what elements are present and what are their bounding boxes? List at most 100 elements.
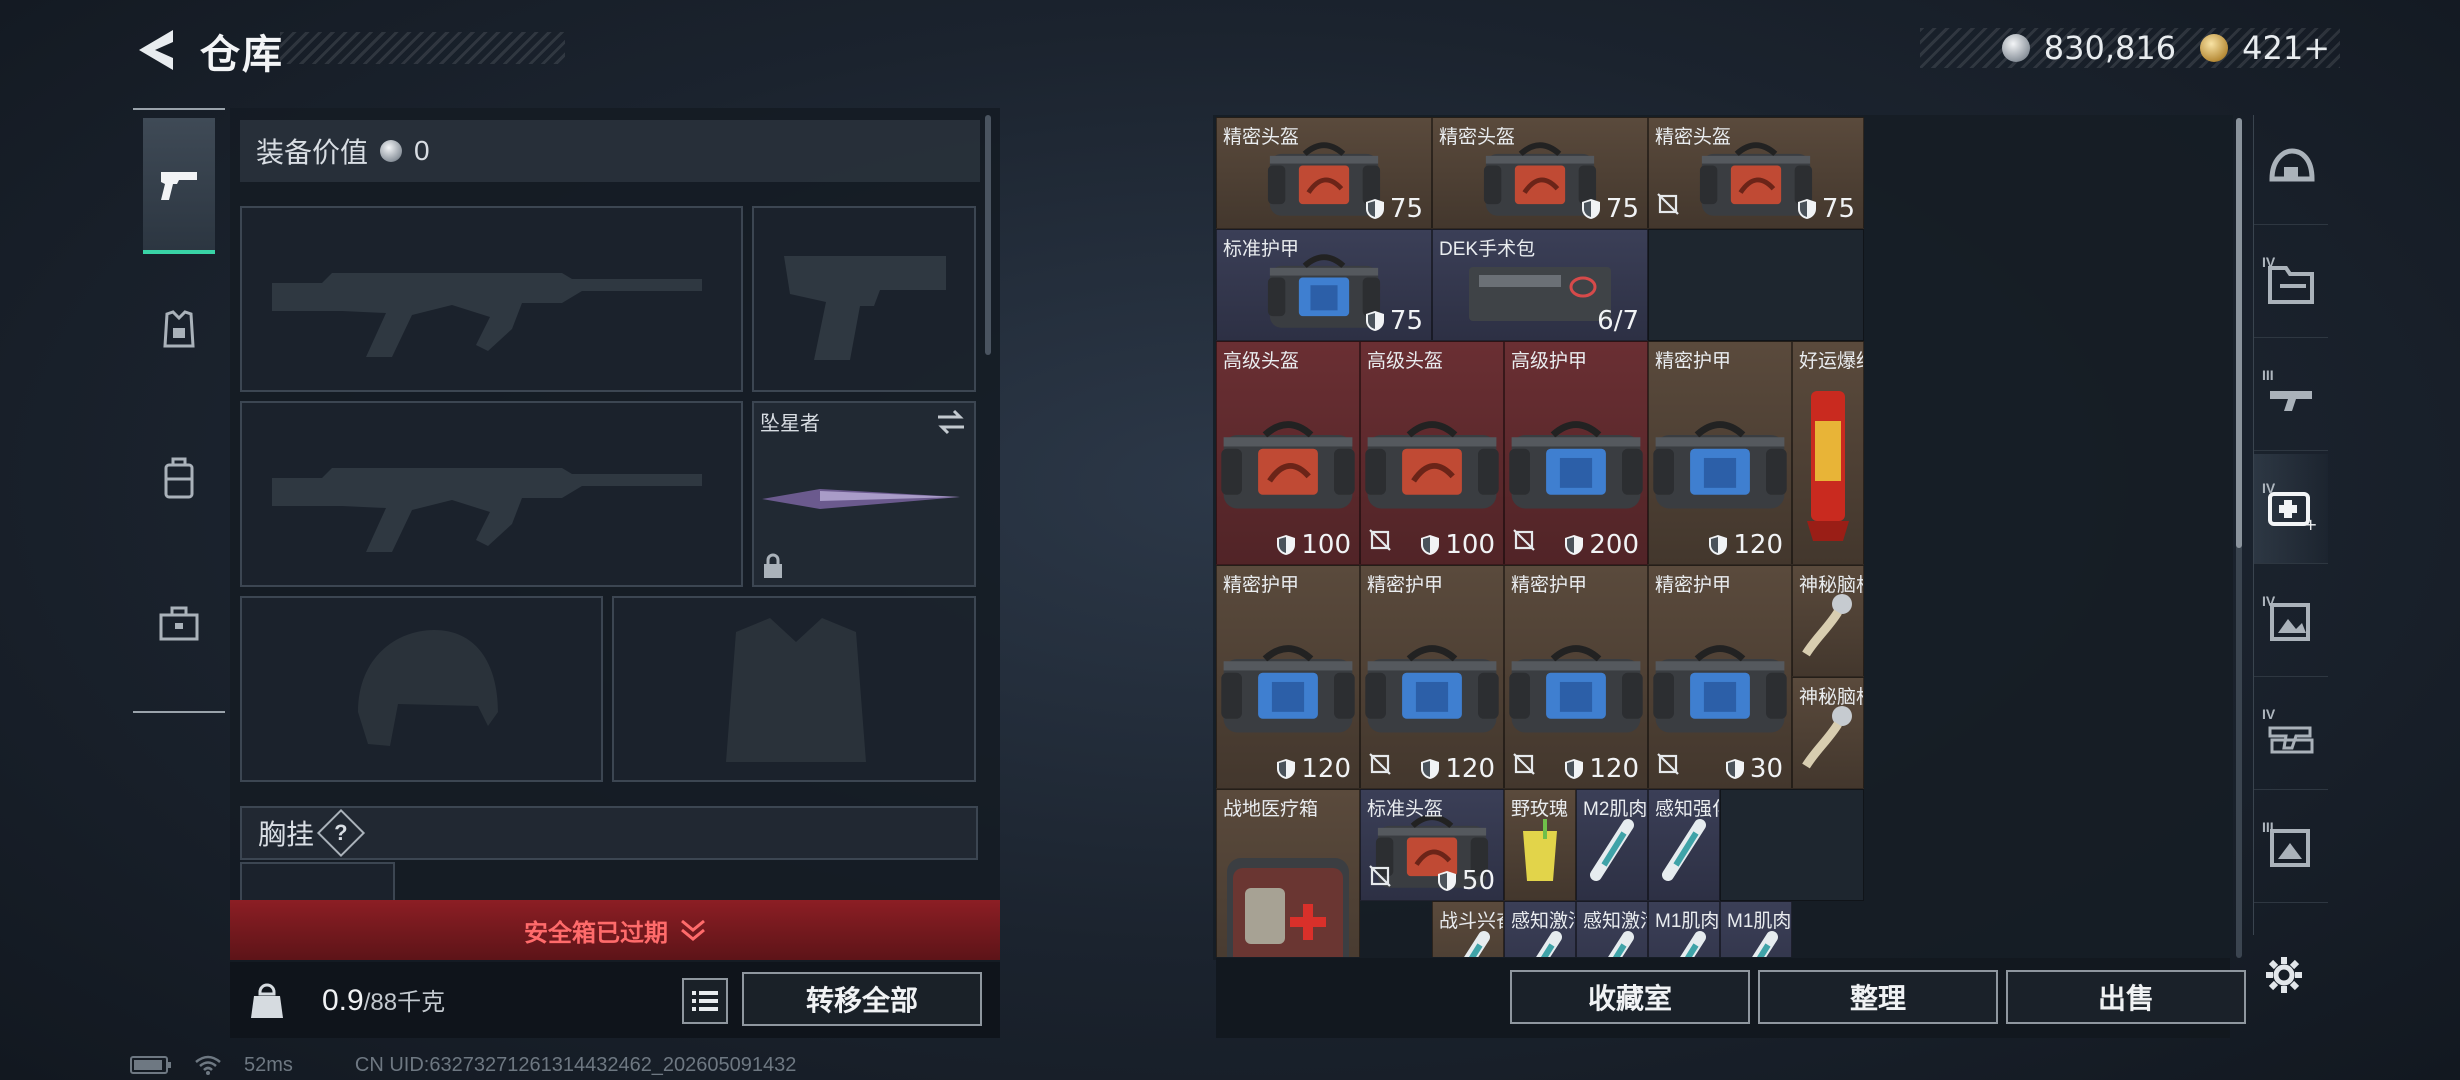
equipment-case-icon [1221,645,1355,733]
storage-tab-7[interactable]: III [2254,793,2328,903]
equipment-case-icon [1653,421,1787,509]
storage-item[interactable]: 高级护甲 200 [1504,341,1648,565]
medical-box-icon [1227,858,1349,957]
storage-scrollbar[interactable] [2236,118,2242,958]
ping-value: 52ms [244,1053,293,1076]
melee-name: 坠星者 [760,413,820,435]
storage-tab-3[interactable]: III [2254,341,2328,451]
storage-item[interactable]: 精密护甲 30 [1648,565,1792,789]
storage-item[interactable]: 感知激活针 [1504,901,1576,957]
equipment-case-icon [1509,645,1643,733]
equipment-case-icon [1653,645,1787,733]
no-insurance-badge [1513,529,1535,556]
storage-item[interactable]: 精密头盔 75 [1216,117,1432,229]
item-name: 感知激活针 [1583,911,1647,932]
storage-item[interactable]: 战地医疗箱 [1216,789,1360,957]
surgical-kit-icon [1469,266,1611,321]
tab-backpack[interactable] [143,410,215,546]
empty-slot[interactable] [1648,229,1864,341]
helmet-slot[interactable] [240,596,603,782]
storage-category-tabs: IV III + IV IV IV III [2253,115,2328,935]
pistol-slot[interactable] [752,206,976,392]
storage-level-label: IV [2262,254,2276,270]
scrollbar-thumb[interactable] [2236,118,2242,548]
status-footer: 52ms CN UID:6327327126131443​2462_202605… [130,1052,796,1078]
no-insurance-badge [1369,865,1391,892]
toolbox-icon [159,606,199,641]
storage-item[interactable]: 精密护甲 120 [1504,565,1648,789]
chest-rig-slot[interactable] [240,862,395,902]
storage-item[interactable]: M2肌肉… [1576,789,1648,901]
item-durability: 120 [1564,754,1639,784]
storage-item[interactable]: 好运爆红… [1792,341,1864,565]
swap-icon[interactable] [936,409,966,435]
item-name: 神秘脑机… [1799,575,1863,596]
storage-item[interactable]: 精密护甲 120 [1360,565,1504,789]
item-name: 战斗兴奋剂 [1439,911,1503,932]
settings-gear-icon[interactable] [2264,955,2304,995]
no-insurance-icon [1369,865,1391,887]
svg-text:+: + [2304,515,2316,534]
storage-item[interactable]: 感知激活针 [1576,901,1648,957]
tab-toolbox[interactable] [143,555,215,691]
no-insurance-icon [1657,753,1679,775]
armor-slot[interactable] [612,596,976,782]
safebox-expired-banner[interactable]: 安全箱已过期 [230,900,1000,960]
item-name: 感知激活针 [1511,911,1575,932]
list-view-button[interactable] [682,978,728,1024]
rifle-silhouette-icon [272,273,702,357]
item-durability: 30 [1725,754,1783,784]
storage-item[interactable]: 神秘脑机… [1792,565,1864,677]
storage-item[interactable]: M1肌肉… [1648,901,1720,957]
sell-button[interactable]: 出售 [2006,970,2246,1024]
storage-item[interactable]: 高级头盔 100 [1360,341,1504,565]
currency-bar: 830,816 421+ [1920,28,2340,68]
durability-shield-icon [1421,759,1440,779]
help-icon[interactable]: ? [316,808,366,858]
equipment-case-icon [1365,421,1499,509]
storage-item[interactable]: 标准头盔 50 [1360,789,1504,901]
storage-item[interactable]: 精密头盔 75 [1648,117,1864,229]
empty-slot[interactable] [1720,789,1864,901]
organize-button[interactable]: 整理 [1758,970,1998,1024]
tab-weapons[interactable] [143,118,215,254]
gold-currency-value[interactable]: 421+ [2242,29,2330,67]
secondary-weapon-slot[interactable] [240,401,743,587]
syringe-icon [1590,818,1634,881]
storage-item[interactable]: 神秘脑机… [1792,677,1864,789]
tab-armor[interactable] [143,262,215,398]
loadout-scrollbar[interactable] [985,115,991,355]
item-durability: 100 [1420,530,1495,560]
storage-button-bar: 收藏室 整理 出售 [1216,958,2246,1038]
storage-tab-4[interactable]: + IV [2254,454,2328,564]
melee-slot[interactable]: 坠星者 [752,401,976,587]
storage-item[interactable]: 感知强化剂 [1648,789,1720,901]
item-name: M2肌肉… [1583,799,1648,820]
item-name: DEK手术包 [1439,239,1536,260]
transfer-all-button[interactable]: 转移全部 [742,972,982,1026]
primary-weapon-slot[interactable] [240,206,743,392]
item-name: 精密护甲 [1655,351,1732,372]
storage-tab-6[interactable]: IV [2254,680,2328,790]
storage-item[interactable]: 战斗兴奋剂 [1432,901,1504,957]
storage-item[interactable]: 精密护甲 120 [1648,341,1792,565]
silver-currency-value: 830,816 [2043,29,2177,67]
item-name: M1肌肉… [1727,911,1792,932]
silver-coin-icon [2001,34,2030,62]
storage-item[interactable]: 高级头盔 100 [1216,341,1360,565]
pistol-silhouette-icon [784,256,946,360]
storage-item[interactable]: 标准护甲 75 [1216,229,1432,341]
storage-item[interactable]: 精密头盔 75 [1432,117,1648,229]
storage-item[interactable]: 野玫瑰 [1504,789,1576,901]
storage-tab-5[interactable]: IV [2254,567,2328,677]
collection-room-button[interactable]: 收藏室 [1510,970,1750,1024]
storage-item[interactable]: M1肌肉… [1720,901,1792,957]
storage-item[interactable]: 精密护甲 120 [1216,565,1360,789]
storage-tab-2[interactable]: IV [2254,228,2328,338]
storage-level-label: IV [2262,480,2276,496]
item-durability: 100 [1276,530,1351,560]
storage-tab-1[interactable] [2254,115,2328,225]
back-button[interactable] [130,22,180,78]
storage-item[interactable]: DEK手术包 6/7 [1432,229,1648,341]
storage-grid: 精密头盔 75 精密头盔 75 精密头盔 75 标准护甲 75 DEK手术包 6/7 高级头… [1216,117,2230,957]
